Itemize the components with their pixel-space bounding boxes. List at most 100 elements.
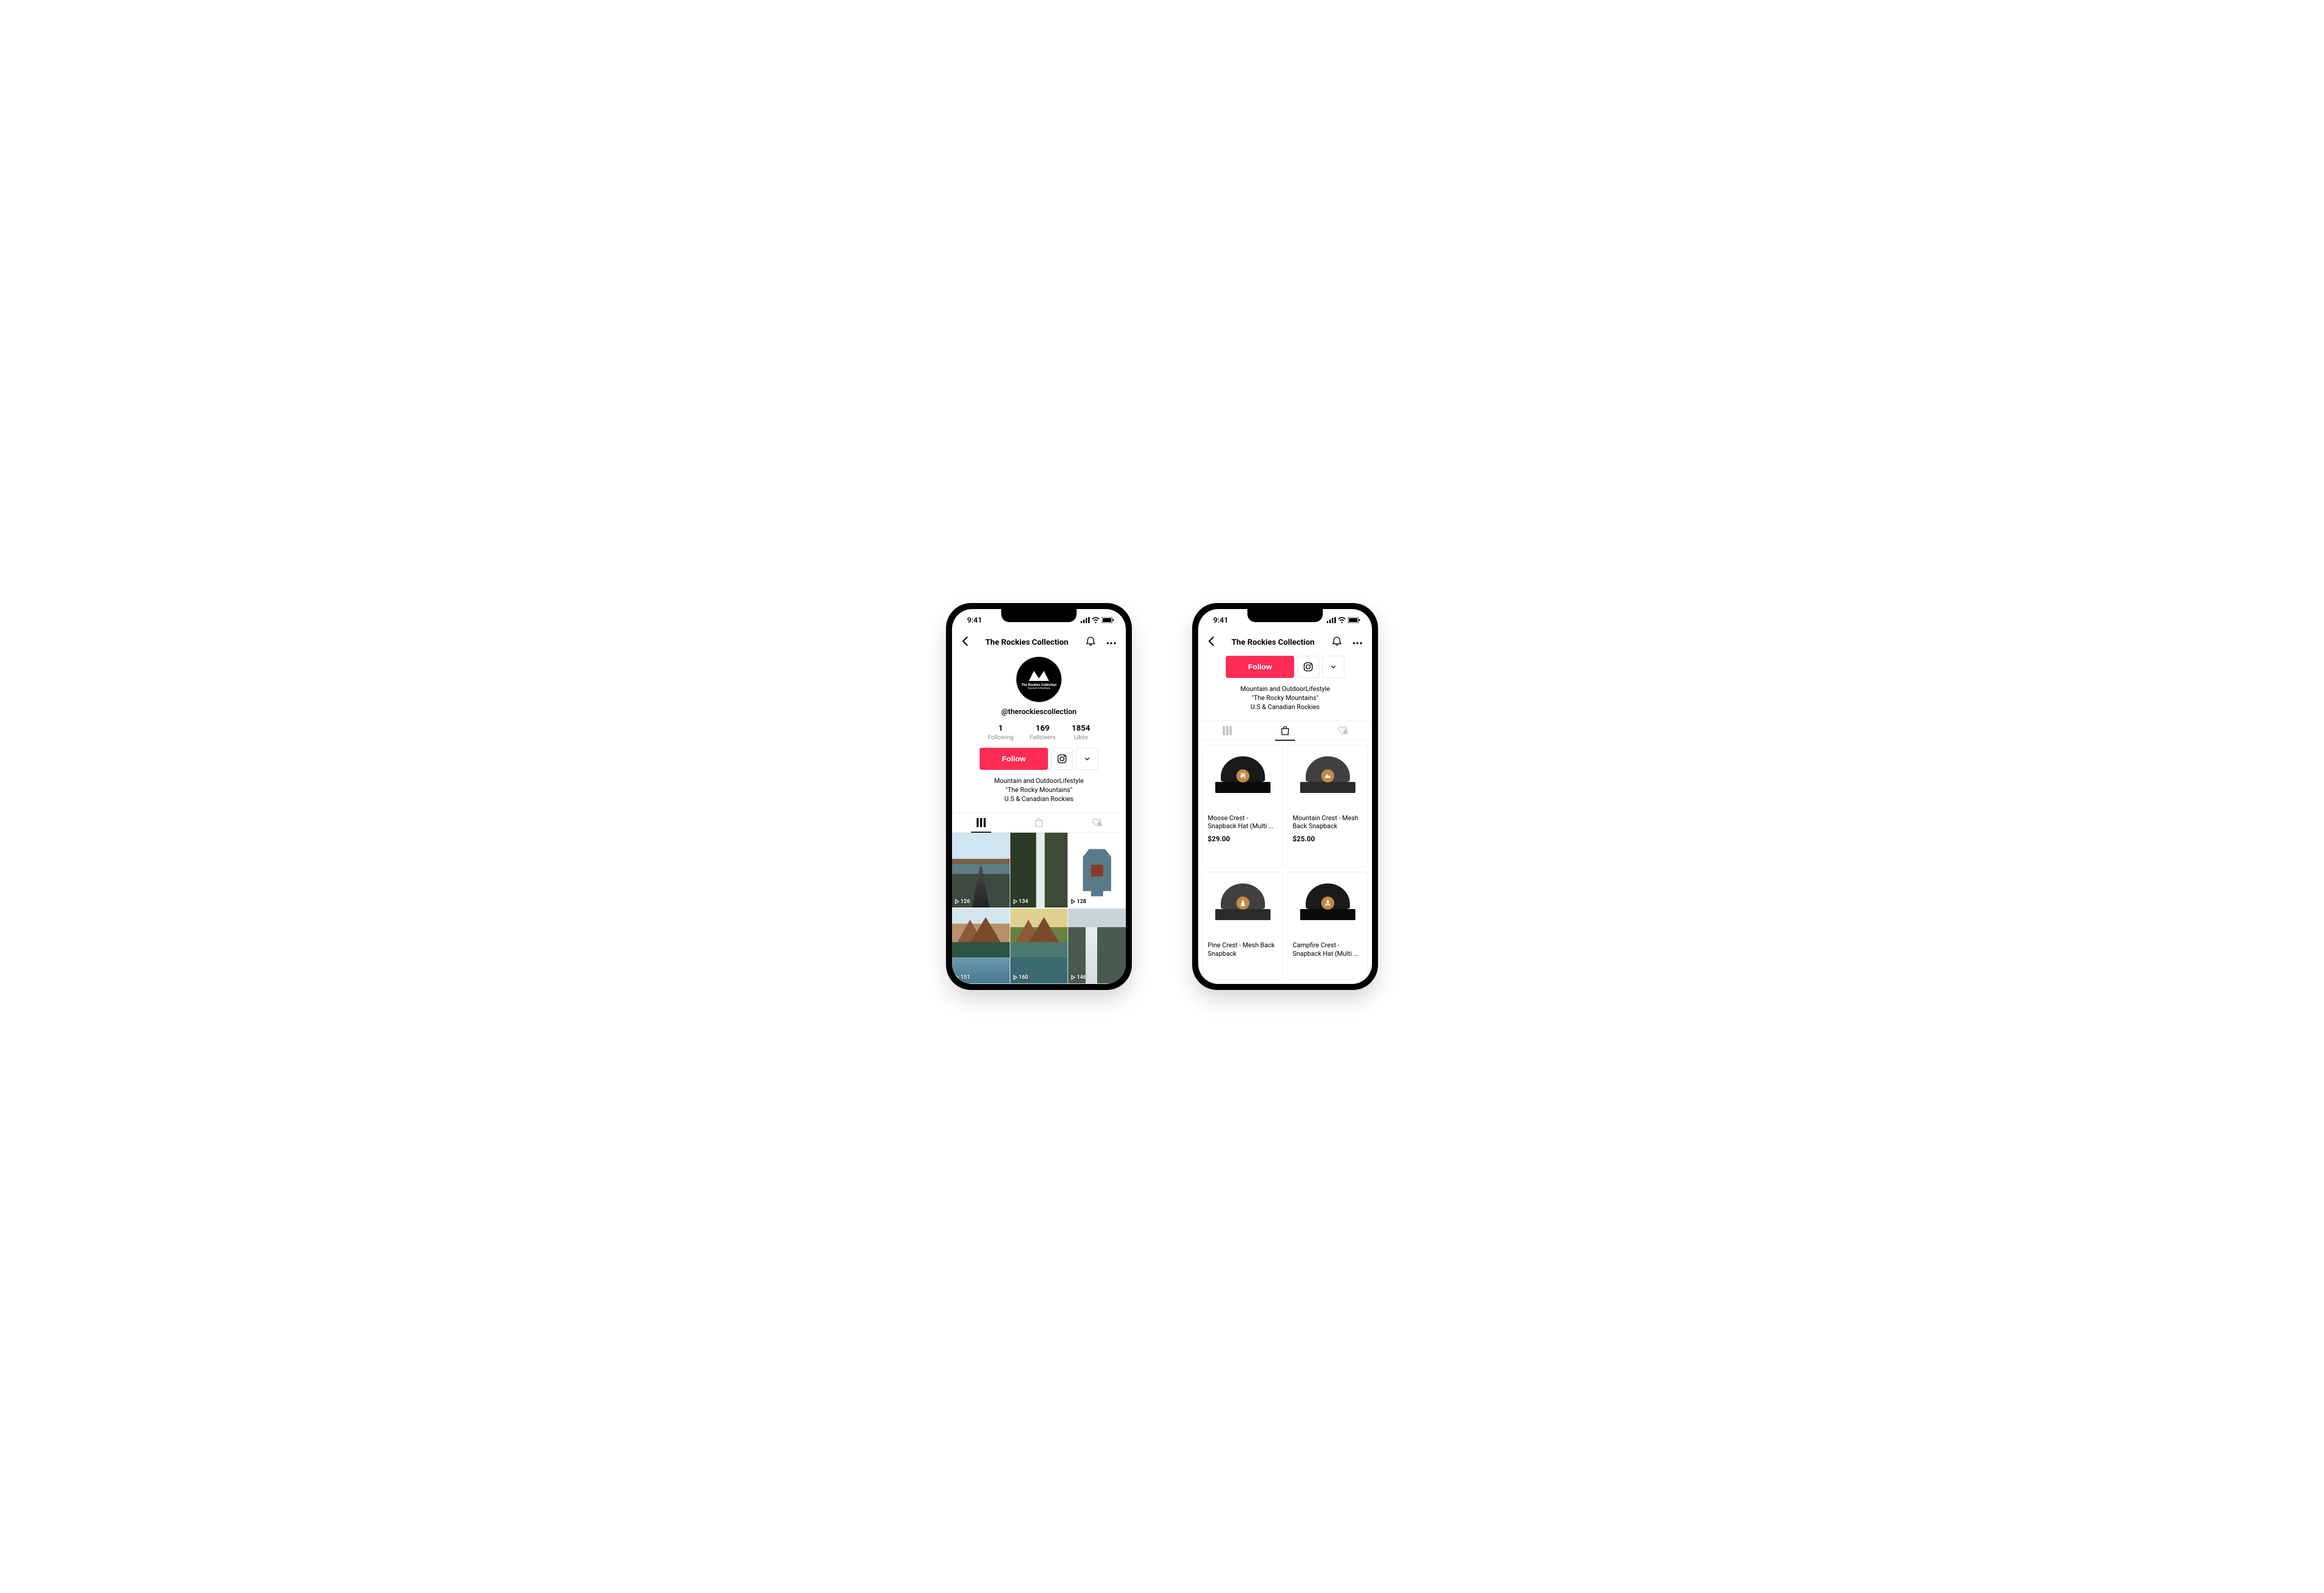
profile-tabs: [1198, 721, 1372, 741]
status-icons: [1327, 617, 1360, 623]
product-card[interactable]: Moose Crest - Snapback Hat (Multi ... $2…: [1202, 745, 1283, 868]
chevron-down-icon: [1331, 665, 1336, 668]
stat-likes-num: 1854: [1072, 723, 1090, 733]
moose-icon: [1239, 772, 1247, 780]
shop-content: Follow Mountain and OutdoorLifestyle "Th…: [1198, 655, 1372, 984]
video-thumb[interactable]: 151: [952, 909, 1010, 984]
product-card[interactable]: Pine Crest - Mesh Back Snapback: [1202, 872, 1283, 980]
profile-tabs: [952, 813, 1126, 833]
tab-shop[interactable]: [1010, 813, 1068, 832]
dropdown-button[interactable]: [1076, 748, 1098, 770]
bio-line-2: "The Rocky Mountains": [1198, 694, 1372, 703]
product-card[interactable]: Mountain Crest - Mesh Back Snapback $25.…: [1287, 745, 1368, 868]
bio-line-1: Mountain and OutdoorLifestyle: [1198, 685, 1372, 694]
feed-icon: [977, 818, 986, 827]
play-icon: [955, 975, 959, 980]
follow-button[interactable]: Follow: [980, 748, 1048, 770]
wifi-icon: [1092, 617, 1100, 623]
screen: 9:41 The Rockies Collection Follow: [1198, 609, 1372, 984]
stat-followers-label: Followers: [1029, 734, 1055, 741]
product-image: [1203, 745, 1283, 811]
tab-liked[interactable]: [1314, 721, 1372, 740]
profile-content: The Rockies Collection Souvenir & Boutiq…: [952, 655, 1126, 984]
bio-line-3: U.S & Canadian Rockies: [1198, 703, 1372, 712]
more-button[interactable]: [1351, 636, 1364, 648]
instagram-icon: [1057, 754, 1067, 764]
back-button[interactable]: [960, 634, 970, 650]
video-thumb[interactable]: 126: [952, 833, 1010, 908]
avatar-brand-sub: Souvenir & Boutique: [1028, 687, 1050, 690]
stat-following[interactable]: 1 Following: [988, 723, 1013, 741]
product-title: Mountain Crest - Mesh Back Snapback: [1288, 811, 1367, 834]
mountain-logo-icon: [1026, 668, 1051, 683]
tab-shop[interactable]: [1256, 721, 1314, 740]
profile-handle: @therockiescollection: [952, 707, 1126, 716]
battery-icon: [1102, 617, 1114, 623]
chevron-down-icon: [1085, 757, 1090, 760]
instagram-button[interactable]: [1051, 748, 1073, 770]
instagram-button[interactable]: [1297, 656, 1319, 678]
notification-button[interactable]: [1330, 634, 1344, 650]
shop-grid: Moose Crest - Snapback Hat (Multi ... $2…: [1198, 741, 1372, 984]
battery-icon: [1348, 617, 1360, 623]
video-grid: 126 134 128 151 160: [952, 833, 1126, 984]
stat-likes-label: Likes: [1072, 734, 1090, 741]
product-image: [1203, 872, 1283, 938]
status-icons: [1081, 617, 1114, 623]
pine-icon: [1239, 899, 1247, 907]
page-title: The Rockies Collection: [985, 637, 1068, 647]
play-icon: [1071, 899, 1075, 904]
bio-text: Mountain and OutdoorLifestyle "The Rocky…: [952, 777, 1126, 805]
stat-followers[interactable]: 169 Followers: [1029, 723, 1055, 741]
video-thumb[interactable]: 134: [1010, 833, 1068, 908]
play-icon: [1013, 975, 1017, 980]
notification-button[interactable]: [1084, 634, 1098, 650]
video-thumb[interactable]: 146: [1068, 909, 1126, 984]
stat-followers-num: 169: [1029, 723, 1055, 733]
phone-right: 9:41 The Rockies Collection Follow: [1192, 603, 1378, 990]
bio-text: Mountain and OutdoorLifestyle "The Rocky…: [1198, 685, 1372, 713]
status-bar: 9:41: [1198, 609, 1372, 631]
heart-lock-icon: [1092, 818, 1102, 827]
campfire-icon: [1324, 899, 1332, 907]
heart-lock-icon: [1338, 726, 1348, 735]
status-time: 9:41: [1210, 616, 1228, 625]
back-button[interactable]: [1206, 634, 1216, 650]
video-play-count: 134: [1013, 898, 1028, 905]
bio-line-2: "The Rocky Mountains": [952, 786, 1126, 795]
video-play-count: 128: [1071, 898, 1086, 905]
video-play-count: 151: [955, 974, 970, 980]
screen: 9:41 The Rockies Collection The Rockies: [952, 609, 1126, 984]
dropdown-button[interactable]: [1322, 656, 1344, 678]
video-thumb[interactable]: 160: [1010, 909, 1068, 984]
stat-likes[interactable]: 1854 Likes: [1072, 723, 1090, 741]
more-button[interactable]: [1105, 636, 1118, 648]
video-play-count: 126: [955, 898, 970, 905]
signal-icon: [1327, 617, 1336, 623]
status-bar: 9:41: [952, 609, 1126, 631]
nav-bar: The Rockies Collection: [1198, 631, 1372, 655]
play-icon: [955, 899, 959, 904]
mountain-icon: [1324, 772, 1332, 780]
video-play-count: 160: [1013, 974, 1028, 980]
tab-videos[interactable]: [952, 813, 1010, 832]
feed-icon: [1223, 726, 1232, 735]
tab-videos[interactable]: [1198, 721, 1256, 740]
video-play-count: 146: [1071, 974, 1086, 980]
wifi-icon: [1338, 617, 1346, 623]
action-row: Follow: [1198, 656, 1372, 678]
instagram-icon: [1303, 662, 1313, 672]
bio-line-1: Mountain and OutdoorLifestyle: [952, 777, 1126, 786]
product-price: $25.00: [1288, 833, 1367, 848]
video-thumb[interactable]: 128: [1068, 833, 1126, 908]
product-image: [1288, 872, 1367, 938]
phone-left: 9:41 The Rockies Collection The Rockies: [946, 603, 1132, 990]
avatar[interactable]: The Rockies Collection Souvenir & Boutiq…: [1016, 657, 1062, 702]
product-image: [1288, 745, 1367, 811]
tab-liked[interactable]: [1068, 813, 1126, 832]
follow-button[interactable]: Follow: [1226, 656, 1294, 678]
product-card[interactable]: Campfire Crest - Snapback Hat (Multi ...: [1287, 872, 1368, 980]
bag-icon: [1280, 726, 1290, 735]
stats-row: 1 Following 169 Followers 1854 Likes: [952, 723, 1126, 741]
play-icon: [1013, 899, 1017, 904]
